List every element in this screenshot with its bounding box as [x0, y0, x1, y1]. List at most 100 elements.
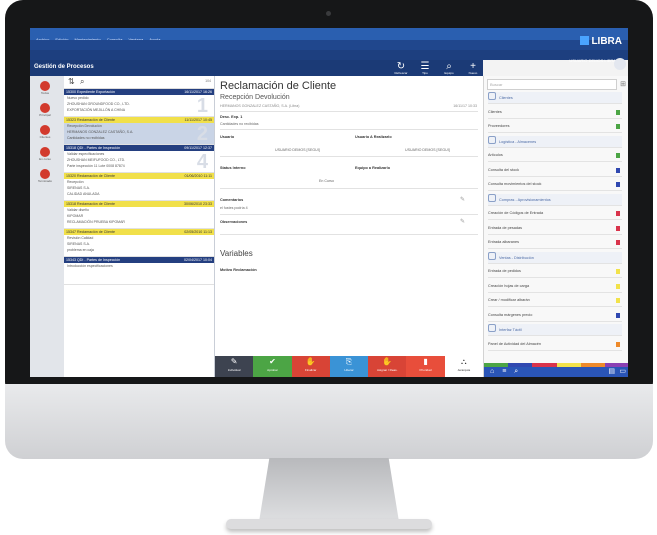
menu-item[interactable]: Proveedores: [488, 121, 622, 133]
rail-item[interactable]: Clientes: [32, 124, 58, 144]
process-icon: [40, 147, 50, 157]
rail-item[interactable]: Terminado: [32, 168, 58, 188]
menu-item[interactable]: Crear / modificar albarán: [488, 295, 622, 307]
menu-item[interactable]: Consulta movimientos del stock: [488, 179, 622, 191]
section-icon: [488, 135, 496, 144]
comments-label: Comentarios: [220, 198, 244, 202]
bookmark-icon: [616, 153, 620, 158]
edit-icon[interactable]: ✎: [460, 218, 465, 225]
detail-panel: Reclamación de Cliente Recepción Devoluc…: [215, 76, 483, 377]
state-value[interactable]: En Curso: [319, 179, 334, 183]
list-item-line: Cantidades no recibidas: [67, 136, 105, 140]
action-liberar[interactable]: ⎘ Liberar: [329, 356, 369, 377]
user-label: Usuario: [220, 135, 235, 139]
list-item[interactable]: 15318 Reclamación de Cliente 30/06/2010 2…: [64, 201, 214, 229]
left-rail: Todos Principal Clientes En curso Terminado: [30, 76, 65, 377]
brand-logo: LIBRA: [580, 36, 622, 47]
menu-item[interactable]: Artículos: [488, 150, 622, 162]
header-button-tipo[interactable]: ☰ Tipo: [414, 62, 436, 76]
menu-item[interactable]: Panel de Actividad del Almacén: [488, 339, 622, 351]
bookmark-icon: [616, 182, 620, 187]
bottom-bar: ⌂ ≡ ⌕ ▤ ▭: [484, 367, 628, 377]
list-item[interactable]: 15347 Reclamación de Cliente 02/05/2010 1…: [64, 229, 214, 257]
detail-client: HERMANOS GONZALEZ CASTAÑO, S.A. (Libra): [220, 104, 300, 108]
list-item-date: 02/05/2010 11:13: [184, 230, 212, 234]
action-jerarqu-a[interactable]: ⛬ Jerarquía: [444, 356, 483, 377]
menu-item-label: Entrada de pedidos: [488, 269, 521, 273]
menu-item[interactable]: Entrada de pesadas: [488, 223, 622, 235]
menu-item-label: Creación de Códigos de Entrada: [488, 211, 544, 215]
list-header: ⇅ ⌕ 104: [64, 76, 214, 89]
state-label: Status Interno: [220, 166, 246, 170]
list-item[interactable]: 15343 QDI - Partes de Inspección 02/04/20…: [64, 257, 214, 285]
action-label: Individual: [227, 368, 241, 372]
edit-icon[interactable]: ✎: [460, 196, 465, 203]
toolbar: [30, 40, 628, 50]
list-item-date: 01/06/2010 11:11: [184, 174, 212, 178]
menu-item[interactable]: Clientes: [488, 107, 622, 119]
message-icon[interactable]: ▭: [619, 367, 626, 377]
home-icon[interactable]: ⌂: [490, 368, 494, 375]
section-icon: [488, 193, 496, 202]
list-item-step: 2: [196, 123, 208, 145]
rail-item[interactable]: En curso: [32, 146, 58, 166]
bookmark-icon: [616, 341, 620, 347]
menu-item[interactable]: Entrada albaranes: [488, 237, 622, 249]
comments-value[interactable]: el fustes podría 4: [220, 206, 248, 210]
menu-item[interactable]: Consulta márgenes precio: [488, 310, 622, 322]
menu-item[interactable]: Consulta del stock: [488, 165, 622, 177]
action-label: Finalizar: [305, 368, 317, 372]
menu-section[interactable]: Logística - Almacenes: [488, 135, 622, 148]
menu-section[interactable]: Ventas - Distribución: [488, 251, 622, 264]
action-label: Jerarquía: [457, 368, 471, 372]
menu-icon[interactable]: ≡: [502, 368, 506, 375]
menu-item[interactable]: Creación de Códigos de Entrada: [488, 208, 622, 220]
menu-section[interactable]: Clientes: [488, 92, 622, 104]
menu-item[interactable]: Creación hojas de carga: [488, 281, 622, 293]
list-item-date: 30/06/2010 23:33: [184, 202, 212, 206]
camera-icon: [326, 11, 331, 16]
action-asignar-reas-[interactable]: ✋ Asignar / Reas.: [368, 356, 407, 377]
menu-section[interactable]: Interfaz Táctil: [488, 324, 622, 336]
grid-icon[interactable]: ⊞: [620, 80, 626, 88]
menu-section[interactable]: Compras - Aprovisionamientos: [488, 193, 622, 206]
action-prioridad[interactable]: ▮ Prioridad: [406, 356, 445, 377]
list-item[interactable]: 15318 QDI - Partes de Inspección 09/11/20…: [64, 145, 214, 173]
sort-icon[interactable]: ⇅: [68, 77, 75, 86]
detail-date: 16/11/17 10:33: [453, 104, 477, 108]
action-individual[interactable]: ✎ Individual: [215, 356, 254, 377]
list-item[interactable]: 15300 Expediente Exportación 16/11/2017 1…: [64, 89, 214, 117]
user-name: USUARIO DEMOS LIBRA: [569, 58, 616, 63]
rail-item[interactable]: Principal: [32, 102, 58, 122]
user-assigned-value[interactable]: USUARIO DEMOS [SEGUI]: [405, 148, 450, 152]
header-button-equipo[interactable]: ⌕ Equipo: [438, 62, 460, 76]
action-icon: ▮: [423, 357, 428, 366]
doc-label: Desc. Exp. 1: [220, 115, 243, 119]
menu-item-label: Ventas - Distribución: [499, 255, 534, 260]
menu-item-label: Panel de Actividad del Almacén: [488, 341, 541, 346]
action-aprobar[interactable]: ✔ Aprobar: [253, 356, 292, 377]
chart-icon[interactable]: ▤: [608, 367, 615, 377]
menu-item-label: Creación hojas de carga: [488, 283, 530, 288]
action-icon: ⎘: [345, 357, 353, 366]
avatar[interactable]: [614, 58, 626, 70]
list-item[interactable]: 15320 Reclamación de Cliente 01/06/2010 1…: [64, 173, 214, 201]
header-button-nuevo[interactable]: + Nuevo: [462, 62, 484, 76]
detail-subtitle: Recepción Devolución: [220, 94, 290, 101]
action-icon: ✎: [230, 357, 238, 366]
action-finalizar[interactable]: ✋ Finalizar: [291, 356, 330, 377]
monitor-base: [226, 519, 432, 529]
search-input[interactable]: Buscar: [487, 79, 617, 90]
search-icon[interactable]: ⌕: [80, 77, 84, 87]
list-item[interactable]: 15323 Reclamación de Cliente 11/11/2017 1…: [64, 117, 214, 145]
search-icon[interactable]: ⌕: [514, 368, 518, 375]
rail-item-label: Principal: [39, 113, 51, 117]
rail-item[interactable]: Todos: [32, 80, 58, 100]
bookmark-icon: [616, 298, 620, 303]
header-button-refrescar[interactable]: ↻ Refrescar: [390, 62, 412, 76]
menu-item-label: Entrada de pesadas: [488, 225, 522, 230]
menu-item[interactable]: Entrada de pedidos: [488, 266, 622, 278]
header-button-label: Equipo: [444, 71, 454, 75]
divider: [220, 234, 478, 235]
user-value[interactable]: USUARIO DEMOS [SEGUI]: [275, 148, 320, 152]
